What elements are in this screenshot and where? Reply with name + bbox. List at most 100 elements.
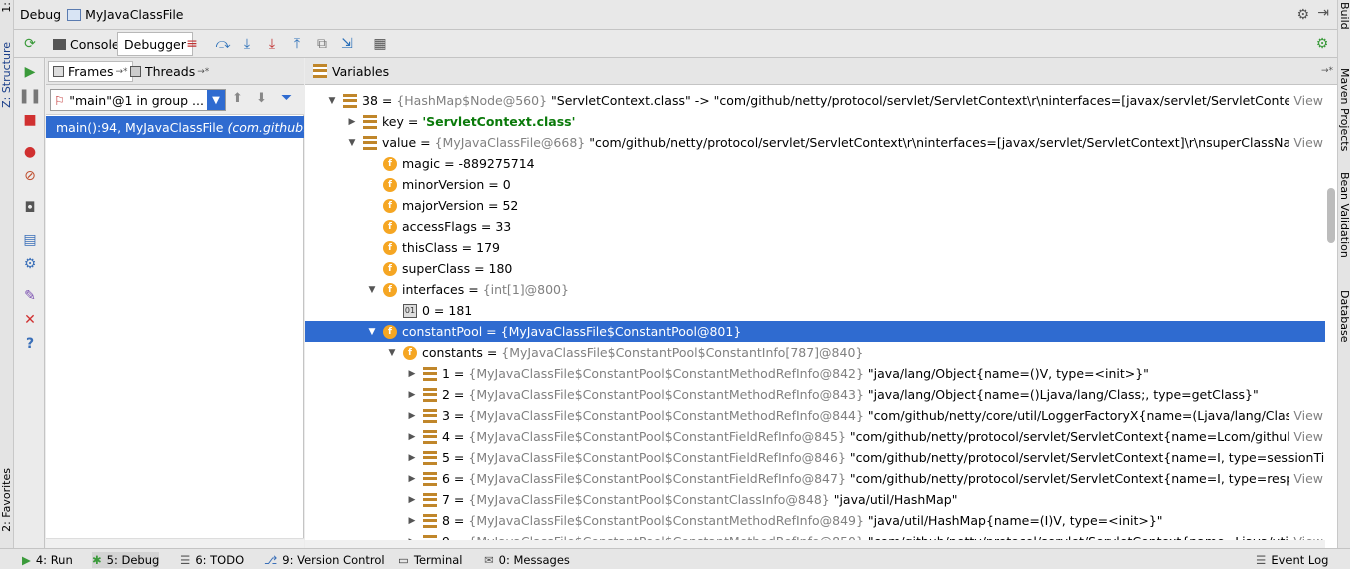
variables-horizontal-scrollbar[interactable] xyxy=(305,540,1325,548)
pin-icon[interactable]: ✎ xyxy=(20,286,40,306)
stripe-item-database[interactable]: Database xyxy=(1338,290,1350,343)
step-over-icon[interactable]: ⤼ xyxy=(213,34,233,54)
expand-down-icon[interactable]: ▼ xyxy=(365,327,379,337)
expand-down-icon[interactable]: ▼ xyxy=(325,96,339,106)
thread-dropdown[interactable]: ⚐ "main"@1 in group ... ▼ xyxy=(50,89,226,111)
bottom-tab-run[interactable]: ▶ 4: Run xyxy=(22,552,73,568)
frame-list-item-selected[interactable]: main():94, MyJavaClassFile (com.github.n… xyxy=(46,116,304,138)
chevron-down-icon[interactable]: ▼ xyxy=(207,90,225,110)
mute-breakpoints-icon[interactable]: ⊘ xyxy=(20,166,40,186)
tab-frames[interactable]: Frames →* xyxy=(48,61,133,82)
stop-icon[interactable]: ■ xyxy=(20,110,40,130)
variable-row[interactable]: ▼ f interfaces = {int[1]@800} xyxy=(305,279,1325,300)
show-execution-point-icon[interactable]: ≡ xyxy=(182,34,202,54)
variable-row[interactable]: ▶ 5 = {MyJavaClassFile$ConstantPool$Const… xyxy=(305,447,1325,468)
variable-row[interactable]: f superClass = 180 xyxy=(305,258,1325,279)
tab-console[interactable]: Console xyxy=(46,32,127,56)
frames-horizontal-scrollbar[interactable] xyxy=(46,538,304,548)
rerun-icon[interactable]: ⟳ xyxy=(20,34,40,54)
bottom-tab-debug[interactable]: ✱ 5: Debug xyxy=(92,552,160,568)
camera-icon[interactable]: ◘ xyxy=(20,198,40,218)
view-link[interactable]: View xyxy=(1289,90,1325,111)
frame-up-icon[interactable]: ⬆ xyxy=(232,91,243,106)
variable-row[interactable]: f thisClass = 179 xyxy=(305,237,1325,258)
expand-right-icon[interactable]: ▶ xyxy=(405,453,419,463)
bottom-tab-todo[interactable]: ☰ 6: TODO xyxy=(180,552,244,568)
variable-address: {MyJavaClassFile$ConstantPool$ConstantCl… xyxy=(468,492,830,507)
step-out-icon[interactable]: ⤒ xyxy=(287,34,307,54)
variable-row[interactable]: ▶ key = 'ServletContext.class' xyxy=(305,111,1325,132)
restore-layout-icon[interactable]: ▤ xyxy=(20,230,40,250)
expand-right-icon[interactable]: ▶ xyxy=(405,369,419,379)
help-icon[interactable]: ? xyxy=(20,334,40,354)
variable-row[interactable]: ▼ value = {MyJavaClassFile@668} "com/gith… xyxy=(305,132,1325,153)
variable-row[interactable]: ▼ f constantPool = {MyJavaClassFile$Consta… xyxy=(305,321,1325,342)
bottom-tab-event-log[interactable]: ☰ Event Log xyxy=(1256,552,1328,568)
variable-value: "java/lang/Object{name=()Ljava/lang/Clas… xyxy=(863,387,1259,402)
variable-row[interactable]: f majorVersion = 52 xyxy=(305,195,1325,216)
evaluate-expression-icon[interactable]: ▦ xyxy=(370,34,390,54)
drop-frame-icon[interactable]: ⧉ xyxy=(312,34,332,54)
gear-icon[interactable]: ⚙ xyxy=(1296,7,1309,23)
view-link[interactable]: View xyxy=(1289,405,1325,426)
hide-panel-icon[interactable]: ⇥ xyxy=(1317,5,1329,21)
variables-vertical-scrollbar[interactable] xyxy=(1327,188,1335,243)
expand-right-icon[interactable]: ▶ xyxy=(405,516,419,526)
variable-row[interactable]: ▶ 1 = {MyJavaClassFile$ConstantPool$Const… xyxy=(305,363,1325,384)
expand-down-icon[interactable]: ▼ xyxy=(365,285,379,295)
expand-right-icon[interactable]: ▶ xyxy=(405,411,419,421)
expand-down-icon[interactable]: ▼ xyxy=(345,138,359,148)
view-link[interactable]: View xyxy=(1289,468,1325,489)
view-breakpoints-icon[interactable]: ● xyxy=(20,142,40,162)
variable-row[interactable]: ▶ 3 = {MyJavaClassFile$ConstantPool$Const… xyxy=(305,405,1325,426)
step-into-icon[interactable]: ⤓ xyxy=(237,34,257,54)
bottom-tab-messages[interactable]: ✉ 0: Messages xyxy=(484,552,570,568)
force-step-into-icon[interactable]: ⤓ xyxy=(262,34,282,54)
variable-row[interactable]: ▼ f constants = {MyJavaClassFile$ConstantP… xyxy=(305,342,1325,363)
expand-right-icon[interactable]: ▶ xyxy=(405,390,419,400)
expand-right-icon[interactable]: ▶ xyxy=(405,474,419,484)
tab-frames-label: Frames xyxy=(68,64,114,79)
run-to-cursor-icon[interactable]: ⇲ xyxy=(337,34,357,54)
variable-text: 0 = 181 xyxy=(422,303,1325,318)
pause-icon[interactable]: ❚❚ xyxy=(18,86,41,106)
variable-text: constantPool = {MyJavaClassFile$Constant… xyxy=(402,324,1325,339)
restore-layout-icon[interactable]: ⚙ xyxy=(1312,34,1332,54)
bottom-tab-terminal[interactable]: ▭ Terminal xyxy=(398,552,462,568)
variables-pin[interactable]: →* xyxy=(1321,66,1333,76)
expand-right-icon[interactable]: ▶ xyxy=(345,117,359,127)
stripe-item-structure[interactable]: Z: Structure xyxy=(0,42,14,108)
variable-row[interactable]: f magic = -889275714 xyxy=(305,153,1325,174)
expand-right-icon[interactable]: ▶ xyxy=(405,495,419,505)
variable-row[interactable]: ▶ 2 = {MyJavaClassFile$ConstantPool$Const… xyxy=(305,384,1325,405)
view-link[interactable]: View xyxy=(1289,132,1325,153)
variable-row[interactable]: 01 0 = 181 xyxy=(305,300,1325,321)
variable-row[interactable]: ▶ 6 = {MyJavaClassFile$ConstantPool$Const… xyxy=(305,468,1325,489)
frame-down-icon[interactable]: ⬇ xyxy=(256,91,267,106)
filter-icon[interactable]: ⏷ xyxy=(281,90,292,106)
variable-value: 180 xyxy=(488,261,513,276)
stripe-item-favorites[interactable]: 2: Favorites xyxy=(0,468,14,532)
close-icon[interactable]: ✕ xyxy=(20,310,40,330)
bottom-tab-run-label: 4: Run xyxy=(35,553,73,567)
variable-text: 5 = {MyJavaClassFile$ConstantPool$Consta… xyxy=(442,450,1325,465)
stripe-item-build[interactable]: Build xyxy=(1338,2,1350,30)
bottom-tab-vcs[interactable]: ⎇ 9: Version Control xyxy=(264,552,385,568)
variable-row[interactable]: ▶ 8 = {MyJavaClassFile$ConstantPool$Const… xyxy=(305,510,1325,531)
variable-text: 8 = {MyJavaClassFile$ConstantPool$Consta… xyxy=(442,513,1325,528)
stripe-item-bean-validation[interactable]: Bean Validation xyxy=(1338,172,1350,258)
variable-row[interactable]: ▼ 38 = {HashMap$Node@560} "ServletContext… xyxy=(305,90,1325,111)
variable-row[interactable]: ▶ 4 = {MyJavaClassFile$ConstantPool$Const… xyxy=(305,426,1325,447)
stripe-item-project[interactable]: 1: xyxy=(0,2,14,13)
variable-value: "com/github/netty/protocol/servlet/Servl… xyxy=(585,135,1325,150)
expand-down-icon[interactable]: ▼ xyxy=(385,348,399,358)
tab-threads[interactable]: Threads →* xyxy=(126,61,213,82)
stripe-item-maven[interactable]: Maven Projects xyxy=(1338,68,1350,151)
resume-icon[interactable]: ▶ xyxy=(20,62,40,82)
variable-row[interactable]: f accessFlags = 33 xyxy=(305,216,1325,237)
settings-icon[interactable]: ⚙ xyxy=(20,254,40,274)
expand-right-icon[interactable]: ▶ xyxy=(405,432,419,442)
view-link[interactable]: View xyxy=(1289,426,1325,447)
variable-row[interactable]: f minorVersion = 0 xyxy=(305,174,1325,195)
variable-row[interactable]: ▶ 7 = {MyJavaClassFile$ConstantPool$Const… xyxy=(305,489,1325,510)
